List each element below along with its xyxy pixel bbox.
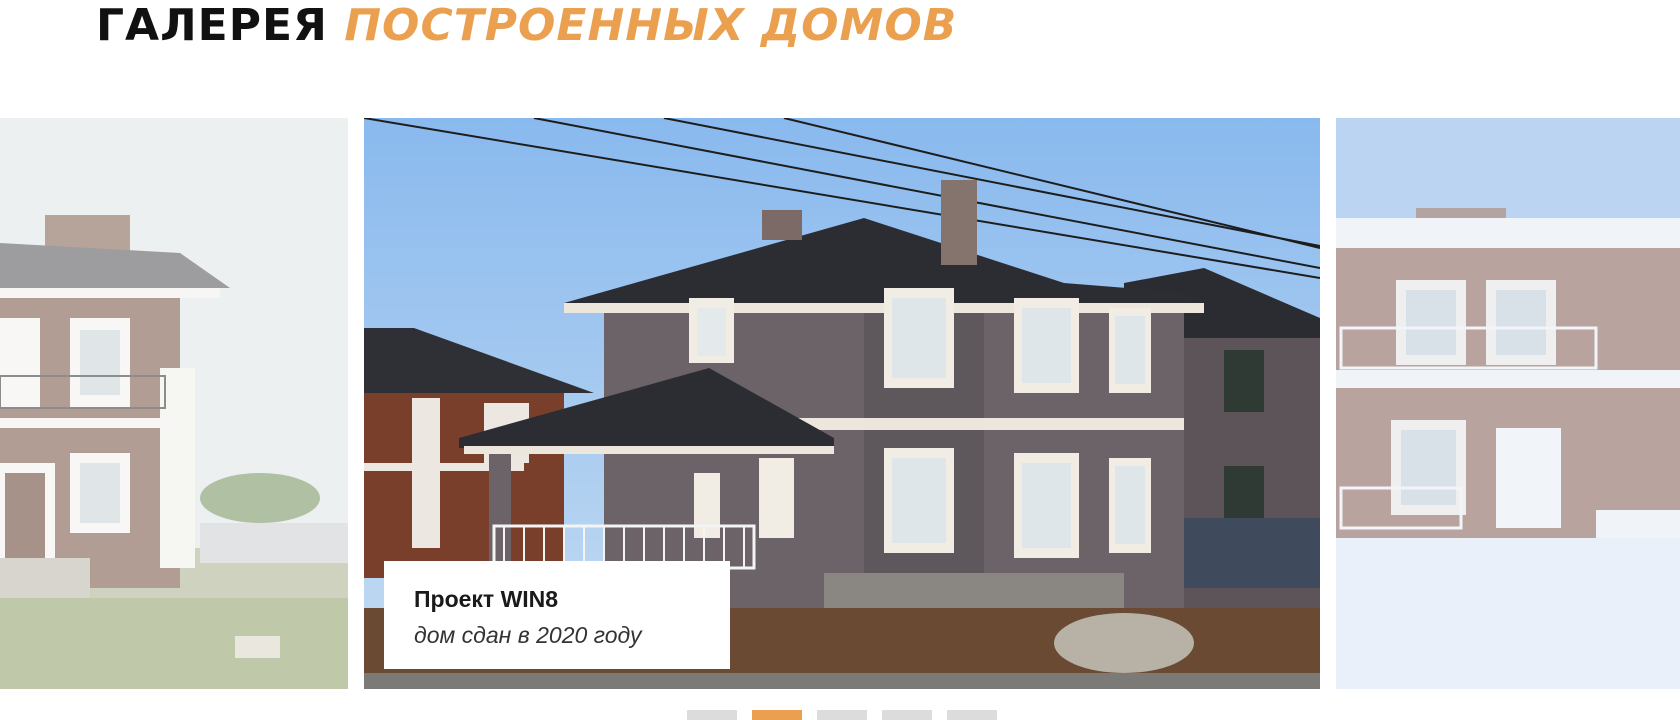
pagination-dot-5[interactable] [947,710,997,720]
pagination-dot-1[interactable] [687,710,737,720]
gallery-title-accent: ПОСТРОЕННЫХ ДОМОВ [344,0,958,51]
carousel-slide-previous[interactable] [0,118,348,689]
carousel-slide-next[interactable] [1336,118,1680,689]
pagination-dot-2[interactable] [752,710,802,720]
pagination-dot-3[interactable] [817,710,867,720]
pagination-dot-4[interactable] [882,710,932,720]
gallery-title: ГАЛЕРЕЯ ПОСТРОЕННЫХ ДОМОВ [96,0,957,52]
slide-caption: Проект WIN8 дом сдан в 2020 году [384,561,730,669]
project-name: Проект WIN8 [414,586,559,612]
project-completion-note: дом сдан в 2020 году [414,622,642,648]
gallery-title-main: ГАЛЕРЕЯ [96,0,328,51]
carousel-pagination [687,710,997,720]
